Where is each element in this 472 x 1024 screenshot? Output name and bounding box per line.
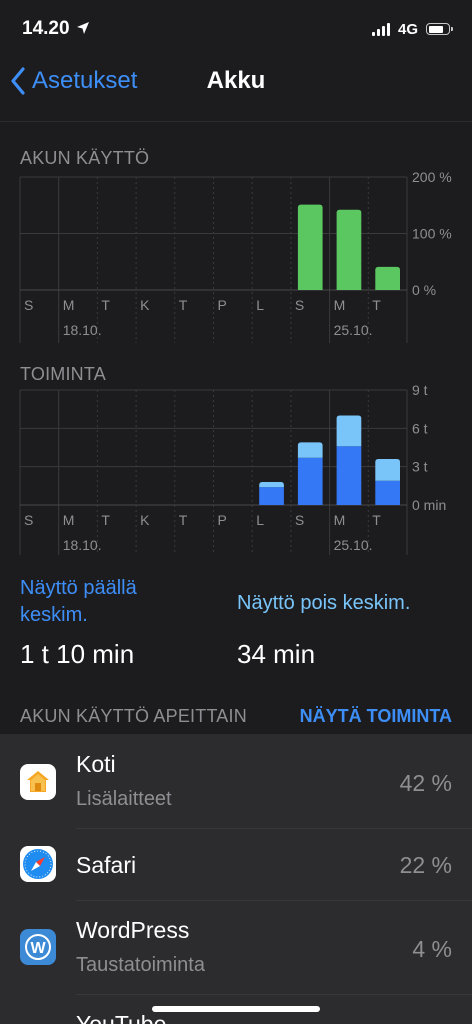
y-tick-label: 9 t — [412, 385, 428, 398]
date-label: 25.10. — [334, 537, 373, 553]
screen-off-average-value: 34 min — [237, 639, 316, 669]
bar-screen-on — [375, 480, 400, 505]
day-label: P — [218, 297, 227, 313]
day-label: T — [179, 512, 188, 528]
day-label: K — [140, 512, 150, 528]
back-button[interactable]: Asetukset — [10, 64, 137, 98]
app-name: Koti — [76, 751, 116, 777]
screen-on-average-value: 1 t 10 min — [20, 639, 135, 669]
screen-off-average-label: Näyttö pois keskim. — [237, 592, 411, 614]
y-tick-label: 0 min — [412, 497, 446, 513]
day-label: S — [295, 297, 304, 313]
status-time: 14.20 — [22, 18, 70, 39]
bar-screen-off — [297, 442, 323, 458]
bar — [297, 204, 323, 290]
home-app-icon — [20, 764, 56, 800]
chevron-left-icon — [11, 67, 25, 95]
y-tick-label: 200 % — [412, 170, 452, 185]
app-row-wordpress[interactable]: W WordPress Taustatoiminta 4 % — [0, 901, 472, 994]
app-percent: 4 % — [412, 936, 452, 962]
day-label: T — [372, 297, 381, 313]
bar-screen-off — [259, 482, 284, 488]
safari-app-icon — [20, 846, 56, 882]
date-label: 25.10. — [334, 322, 373, 338]
app-subtitle: Lisälaitteet — [76, 788, 172, 810]
day-label: T — [101, 297, 110, 313]
cellular-signal-icon — [371, 22, 390, 36]
date-label: 18.10. — [63, 322, 102, 338]
day-label: T — [372, 512, 381, 528]
day-label: K — [140, 297, 150, 313]
location-arrow-icon — [77, 22, 89, 34]
svg-text:W: W — [30, 940, 46, 957]
network-type: 4G — [397, 20, 418, 38]
day-label: L — [256, 512, 264, 528]
day-label: L — [256, 297, 264, 313]
activity-section-label: TOIMINTA — [20, 364, 106, 384]
wordpress-app-icon: W — [20, 929, 56, 965]
bar-screen-on — [336, 446, 362, 505]
bar — [336, 209, 362, 290]
show-activity-button[interactable]: NÄYTÄ TOIMINTA — [300, 706, 452, 727]
nav-divider — [0, 121, 472, 122]
y-tick-label: 6 t — [412, 420, 428, 436]
day-label: S — [24, 512, 33, 528]
status-indicators: 4G — [371, 18, 453, 40]
bar-screen-off — [375, 459, 400, 481]
bar-screen-on — [297, 457, 323, 505]
app-name: YouTube — [76, 1011, 167, 1024]
screen-on-average-label: Näyttö päällä keskim. — [20, 577, 137, 626]
y-tick-label: 100 % — [412, 226, 452, 242]
app-percent: 42 % — [399, 770, 452, 796]
day-label: M — [63, 297, 75, 313]
bar-screen-on — [259, 487, 284, 505]
app-row-koti[interactable]: Koti Lisälaitteet 42 % — [0, 734, 472, 828]
day-label: M — [334, 297, 346, 313]
bar — [375, 266, 400, 290]
day-label: T — [179, 297, 188, 313]
app-percent: 22 % — [399, 852, 452, 878]
y-tick-label: 0 % — [412, 282, 436, 298]
back-button-label: Asetukset — [32, 67, 138, 94]
app-row-safari[interactable]: Safari 22 % — [0, 829, 472, 900]
bar-screen-off — [336, 415, 362, 447]
day-label: M — [63, 512, 75, 528]
y-tick-label: 3 t — [412, 459, 428, 475]
app-name: WordPress — [76, 917, 190, 943]
day-label: S — [295, 512, 304, 528]
day-label: S — [24, 297, 33, 313]
home-indicator — [152, 1006, 320, 1012]
battery-usage-section-label: AKUN KÄYTTÖ — [20, 148, 150, 168]
app-name: Safari — [76, 852, 137, 878]
app-subtitle: Taustatoiminta — [76, 954, 205, 976]
activity-chart: 9 t 6 t 3 t 0 min S M T K T P L S M T 18.10. 25.10. — [19, 385, 446, 555]
day-label: P — [218, 512, 227, 528]
date-label: 18.10. — [63, 537, 102, 553]
apps-usage-header: AKUN KÄYTTÖ APEITTAIN — [20, 706, 247, 726]
day-label: M — [334, 512, 346, 528]
battery-usage-chart: 200 % 100 % 0 % S M T K T P L S M T 18.10. 25.10. — [19, 170, 452, 343]
battery-icon — [426, 23, 453, 35]
day-label: T — [101, 512, 110, 528]
